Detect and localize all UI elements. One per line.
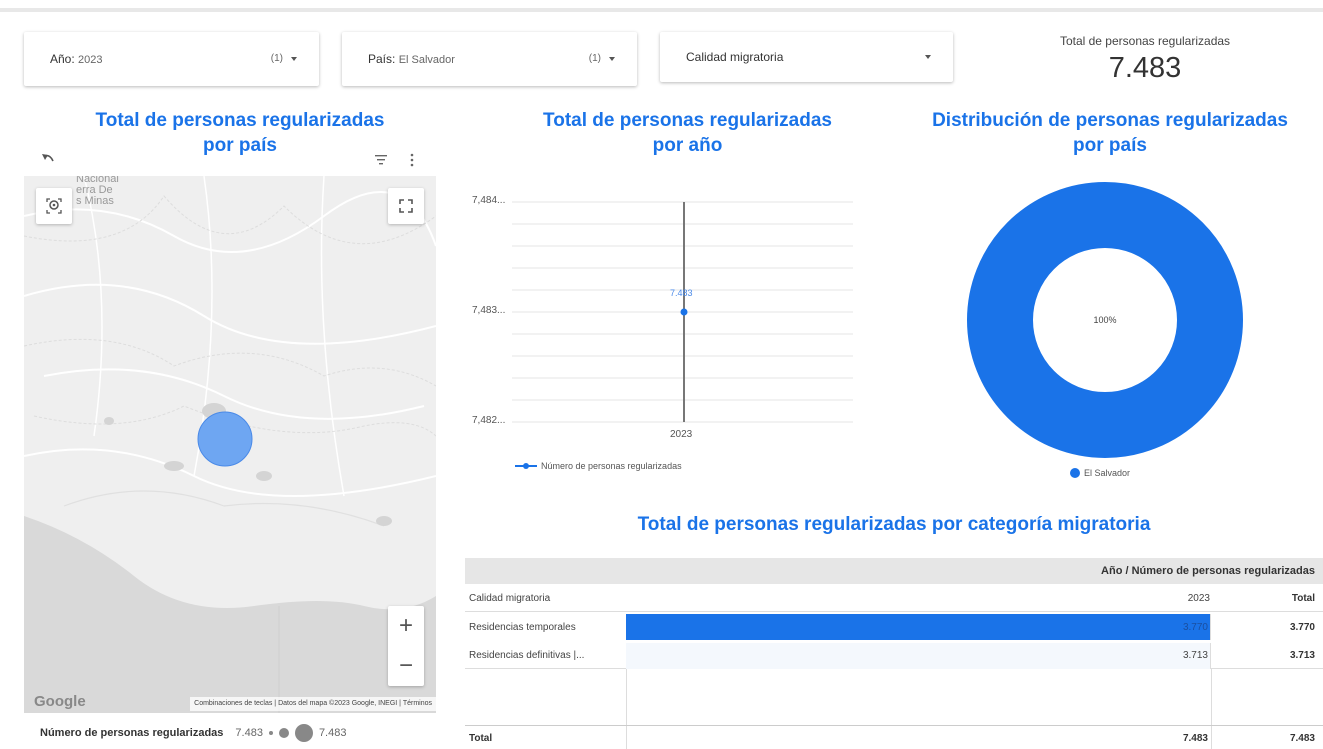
migratory-filter-label: Calidad migratoria [686,50,784,64]
year-chart-title: Total de personas regularizadas por año [543,110,832,156]
row-year-value: 3.713 [1182,650,1208,661]
map-title: Total de personas regularizadas por país [95,110,385,156]
year-filter-label: Año: 2023 [50,52,103,66]
zoom-out-button[interactable]: − [388,646,424,686]
data-point [680,308,688,316]
year-filter[interactable]: Año: 2023 (1) [24,32,319,86]
legend-dot [1070,468,1080,478]
filter-icon[interactable] [374,152,388,166]
col-header-year[interactable]: 2023 [1095,586,1210,611]
table-group-header: Año / Número de personas regularizadas [465,558,1323,584]
map-attribution[interactable]: Combinaciones de teclas | Datos del mapa… [190,697,436,711]
legend-category: El Salvador [1084,468,1131,478]
row-total-value: 3.770 [1289,621,1315,633]
col-header-total[interactable]: Total [1225,586,1315,611]
donut-legend: El Salvador [1070,468,1130,478]
table-column-header: Calidad migratoria 2023 Total [465,586,1323,612]
legend-large-dot [294,724,313,742]
kpi-value: 7.483 [1108,52,1182,84]
year-line-chart [512,201,853,423]
row-label: Residencias temporales [469,621,576,633]
footer-year-value: 7.483 [1182,733,1208,744]
map-legend-title: Número de personas regularizadas [40,727,224,739]
legend-small-dot [268,731,273,735]
y-tick-label: 7,482... [472,415,506,426]
zoom-in-button[interactable]: + [388,606,424,646]
chevron-down-icon [609,57,615,61]
table-row[interactable]: Residencias definitivas |... 3.713 3.713 [465,643,1323,669]
y-tick-label: 7,483... [472,305,506,316]
group-header-label: Año / Número de personas regularizadas [1101,565,1315,577]
map-view[interactable]: Nacional erra De s Minas + − Google Comb… [24,176,436,713]
top-divider [0,8,1323,12]
data-label: 7.483 [670,288,693,298]
more-vert-icon[interactable] [408,152,416,168]
y-tick-label: 7,484... [472,195,506,206]
chevron-down-icon [925,55,931,59]
table-title: Total de personas regularizadas por cate… [637,514,1151,535]
country-filter[interactable]: País: El Salvador (1) [342,32,637,86]
footer-label: Total [469,733,493,744]
kpi-label: Total de personas regularizadas [1059,34,1231,48]
chevron-down-icon [291,57,297,61]
legend-mid-dot [278,728,289,738]
footer-total-value: 7.483 [1289,733,1315,744]
legend-line-marker [515,463,537,469]
table-row[interactable]: Residencias temporales 3.770 3.770 [465,614,1323,640]
x-tick-label: 2023 [670,429,693,440]
map-bubble-layer [197,411,253,467]
country-filter-label: País: El Salvador [368,52,455,66]
donut-data-label: 100% [1093,315,1117,325]
location-icon[interactable] [36,188,72,224]
col-header-dim[interactable]: Calidad migratoria [469,586,550,611]
undo-icon[interactable] [40,152,56,166]
donut-title: Distribución de personas regularizadas po… [932,110,1288,156]
map-legend-max: 7.483 [318,727,347,739]
row-year-value: 3.770 [1182,621,1208,633]
google-logo: Google [34,693,86,710]
map-legend-min: 7.483 [235,727,263,739]
year-filter-count: (1) [270,53,283,64]
line-chart-legend: Número de personas regularizadas [515,461,682,471]
legend-series-name: Número de personas regularizadas [541,461,682,471]
row-total-value: 3.713 [1289,650,1315,661]
migratory-filter[interactable]: Calidad migratoria [660,32,953,82]
country-filter-count: (1) [588,53,601,64]
zoom-controls: + − [388,606,424,686]
map-bubble-el-salvador[interactable] [197,411,253,467]
table-footer-row: Total 7.483 7.483 [465,725,1323,749]
map-legend: Número de personas regularizadas 7.483 7… [40,724,346,742]
fullscreen-icon[interactable] [388,188,424,224]
row-label: Residencias definitivas |... [469,650,585,661]
